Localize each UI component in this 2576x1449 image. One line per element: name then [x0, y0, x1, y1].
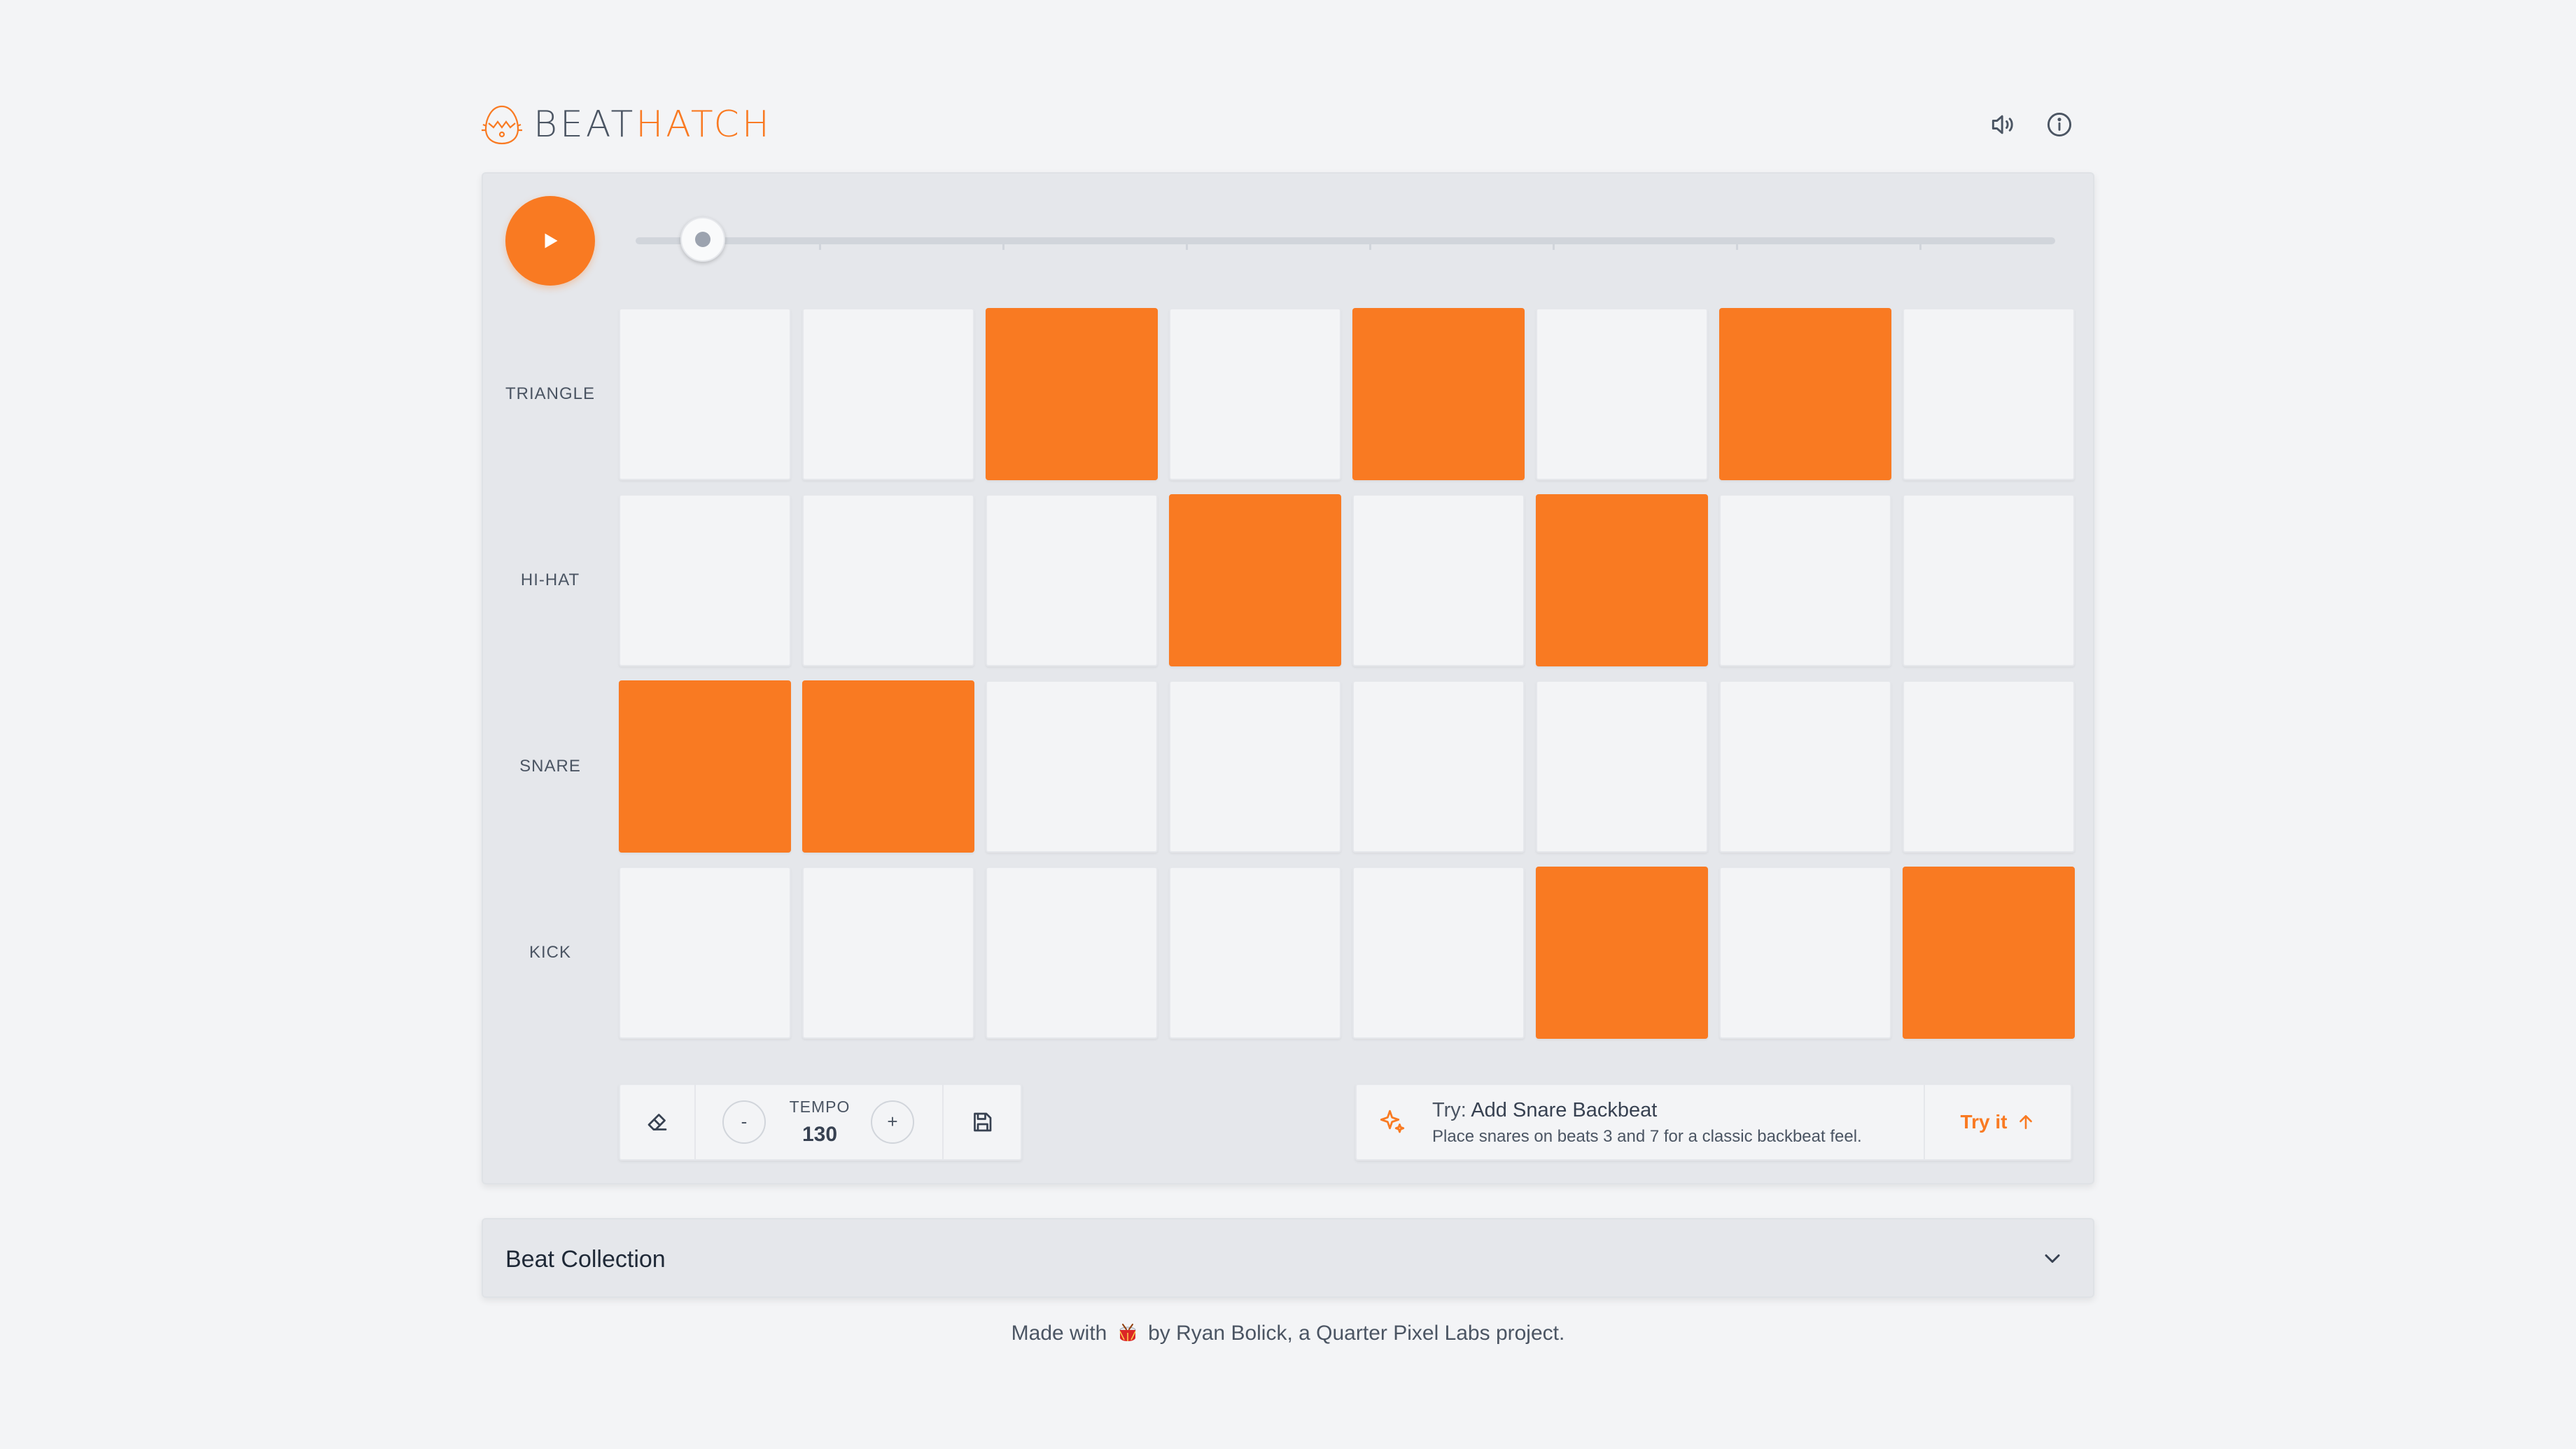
slider-tick [1553, 237, 1555, 250]
step-cell-triangle-7[interactable] [1719, 308, 1891, 480]
track-label-kick: KICK [528, 943, 571, 962]
controls-toolbar: - TEMPO 130 + [619, 1084, 1022, 1161]
suggestion-prefix: Try: [1432, 1099, 1466, 1121]
step-cell-snare-7[interactable] [1719, 680, 1891, 853]
suggestion-card: Try: Add Snare Backbeat Place snares on … [1355, 1084, 2072, 1161]
beat-collection-title: Beat Collection [505, 1246, 666, 1273]
slider-tick [1002, 237, 1004, 250]
step-cell-hi-hat-6[interactable] [1536, 494, 1708, 666]
speaker-icon[interactable] [1988, 109, 2019, 140]
suggestion-name: Add Snare Backbeat [1471, 1099, 1658, 1121]
footer-text-before: Made with [1011, 1322, 1107, 1345]
slider-tick [1186, 237, 1188, 250]
brand-hatch: HATCH [636, 104, 772, 146]
play-button[interactable] [505, 196, 595, 286]
clear-button[interactable] [620, 1085, 696, 1159]
tempo-control: - TEMPO 130 + [696, 1085, 944, 1159]
step-cell-hi-hat-8[interactable] [1903, 494, 2075, 666]
drum-icon [1119, 1324, 1136, 1341]
app-header: BEATHATCH [482, 97, 2094, 153]
tempo-value: 130 [802, 1123, 838, 1146]
footer: Made with by Ryan Bolick, a Quarter Pixe… [0, 1322, 2576, 1345]
playhead-slider-track[interactable] [636, 237, 2055, 250]
tempo-label: TEMPO [789, 1098, 850, 1116]
step-cell-triangle-4[interactable] [1169, 308, 1341, 480]
step-cell-kick-1[interactable] [619, 867, 791, 1039]
try-it-label: Try it [1960, 1111, 2008, 1133]
tempo-increase-button[interactable]: + [871, 1100, 914, 1144]
beat-collection-accordion[interactable]: Beat Collection [482, 1218, 2094, 1298]
step-cell-kick-7[interactable] [1719, 867, 1891, 1039]
step-cell-hi-hat-5[interactable] [1352, 494, 1525, 666]
slider-tick [1919, 237, 1921, 250]
arrow-up-icon [2019, 1115, 2033, 1129]
step-cell-hi-hat-3[interactable] [986, 494, 1158, 666]
save-button[interactable] [944, 1085, 1021, 1159]
step-cell-kick-3[interactable] [986, 867, 1158, 1039]
step-cell-kick-6[interactable] [1536, 867, 1708, 1039]
step-cell-hi-hat-4[interactable] [1169, 494, 1341, 666]
step-cell-hi-hat-2[interactable] [802, 494, 974, 666]
step-cell-snare-8[interactable] [1903, 680, 2075, 853]
track-label-hi-hat: HI-HAT [520, 570, 580, 589]
info-icon[interactable] [2044, 109, 2075, 140]
step-cell-triangle-3[interactable] [986, 308, 1158, 480]
sequencer-panel: TRIANGLE HI-HAT SNARE KICK - TEMPO 130 + [482, 172, 2094, 1184]
step-cell-hi-hat-7[interactable] [1719, 494, 1891, 666]
save-icon [974, 1112, 992, 1132]
slider-tick [1369, 237, 1371, 250]
step-cell-snare-2[interactable] [802, 680, 974, 853]
try-it-button[interactable]: Try it [1924, 1085, 2071, 1159]
track-label-snare: SNARE [519, 757, 581, 776]
step-cell-snare-1[interactable] [619, 680, 791, 853]
step-cell-triangle-8[interactable] [1903, 308, 2075, 480]
step-cell-kick-4[interactable] [1169, 867, 1341, 1039]
step-cell-kick-8[interactable] [1903, 867, 2075, 1039]
chevron-down-icon [2040, 1246, 2065, 1271]
step-cell-hi-hat-1[interactable] [619, 494, 791, 666]
step-cell-triangle-2[interactable] [802, 308, 974, 480]
playhead-slider-thumb[interactable] [680, 217, 725, 262]
play-icon [545, 233, 558, 248]
slider-tick [819, 237, 821, 250]
step-cell-snare-3[interactable] [986, 680, 1158, 853]
brand-beat: BEAT [533, 104, 636, 146]
step-cell-snare-6[interactable] [1536, 680, 1708, 853]
step-cell-kick-2[interactable] [802, 867, 974, 1039]
sparkle-icon [1378, 1107, 1407, 1137]
step-cell-snare-5[interactable] [1352, 680, 1525, 853]
tempo-decrease-button[interactable]: - [722, 1100, 766, 1144]
step-cell-triangle-6[interactable] [1536, 308, 1708, 480]
track-label-triangle: TRIANGLE [505, 384, 596, 403]
egg-logo-icon [482, 104, 522, 146]
step-cell-triangle-1[interactable] [619, 308, 791, 480]
footer-text-after: by Ryan Bolick, a Quarter Pixel Labs pro… [1148, 1322, 1565, 1345]
brand-wordmark: BEATHATCH [533, 102, 772, 147]
step-cell-kick-5[interactable] [1352, 867, 1525, 1039]
slider-tick [1736, 237, 1738, 250]
eraser-icon [648, 1114, 667, 1130]
step-cell-triangle-5[interactable] [1352, 308, 1525, 480]
suggestion-title: Try: Add Snare Backbeat [1432, 1099, 1657, 1122]
suggestion-description: Place snares on beats 3 and 7 for a clas… [1432, 1127, 1862, 1146]
step-cell-snare-4[interactable] [1169, 680, 1341, 853]
